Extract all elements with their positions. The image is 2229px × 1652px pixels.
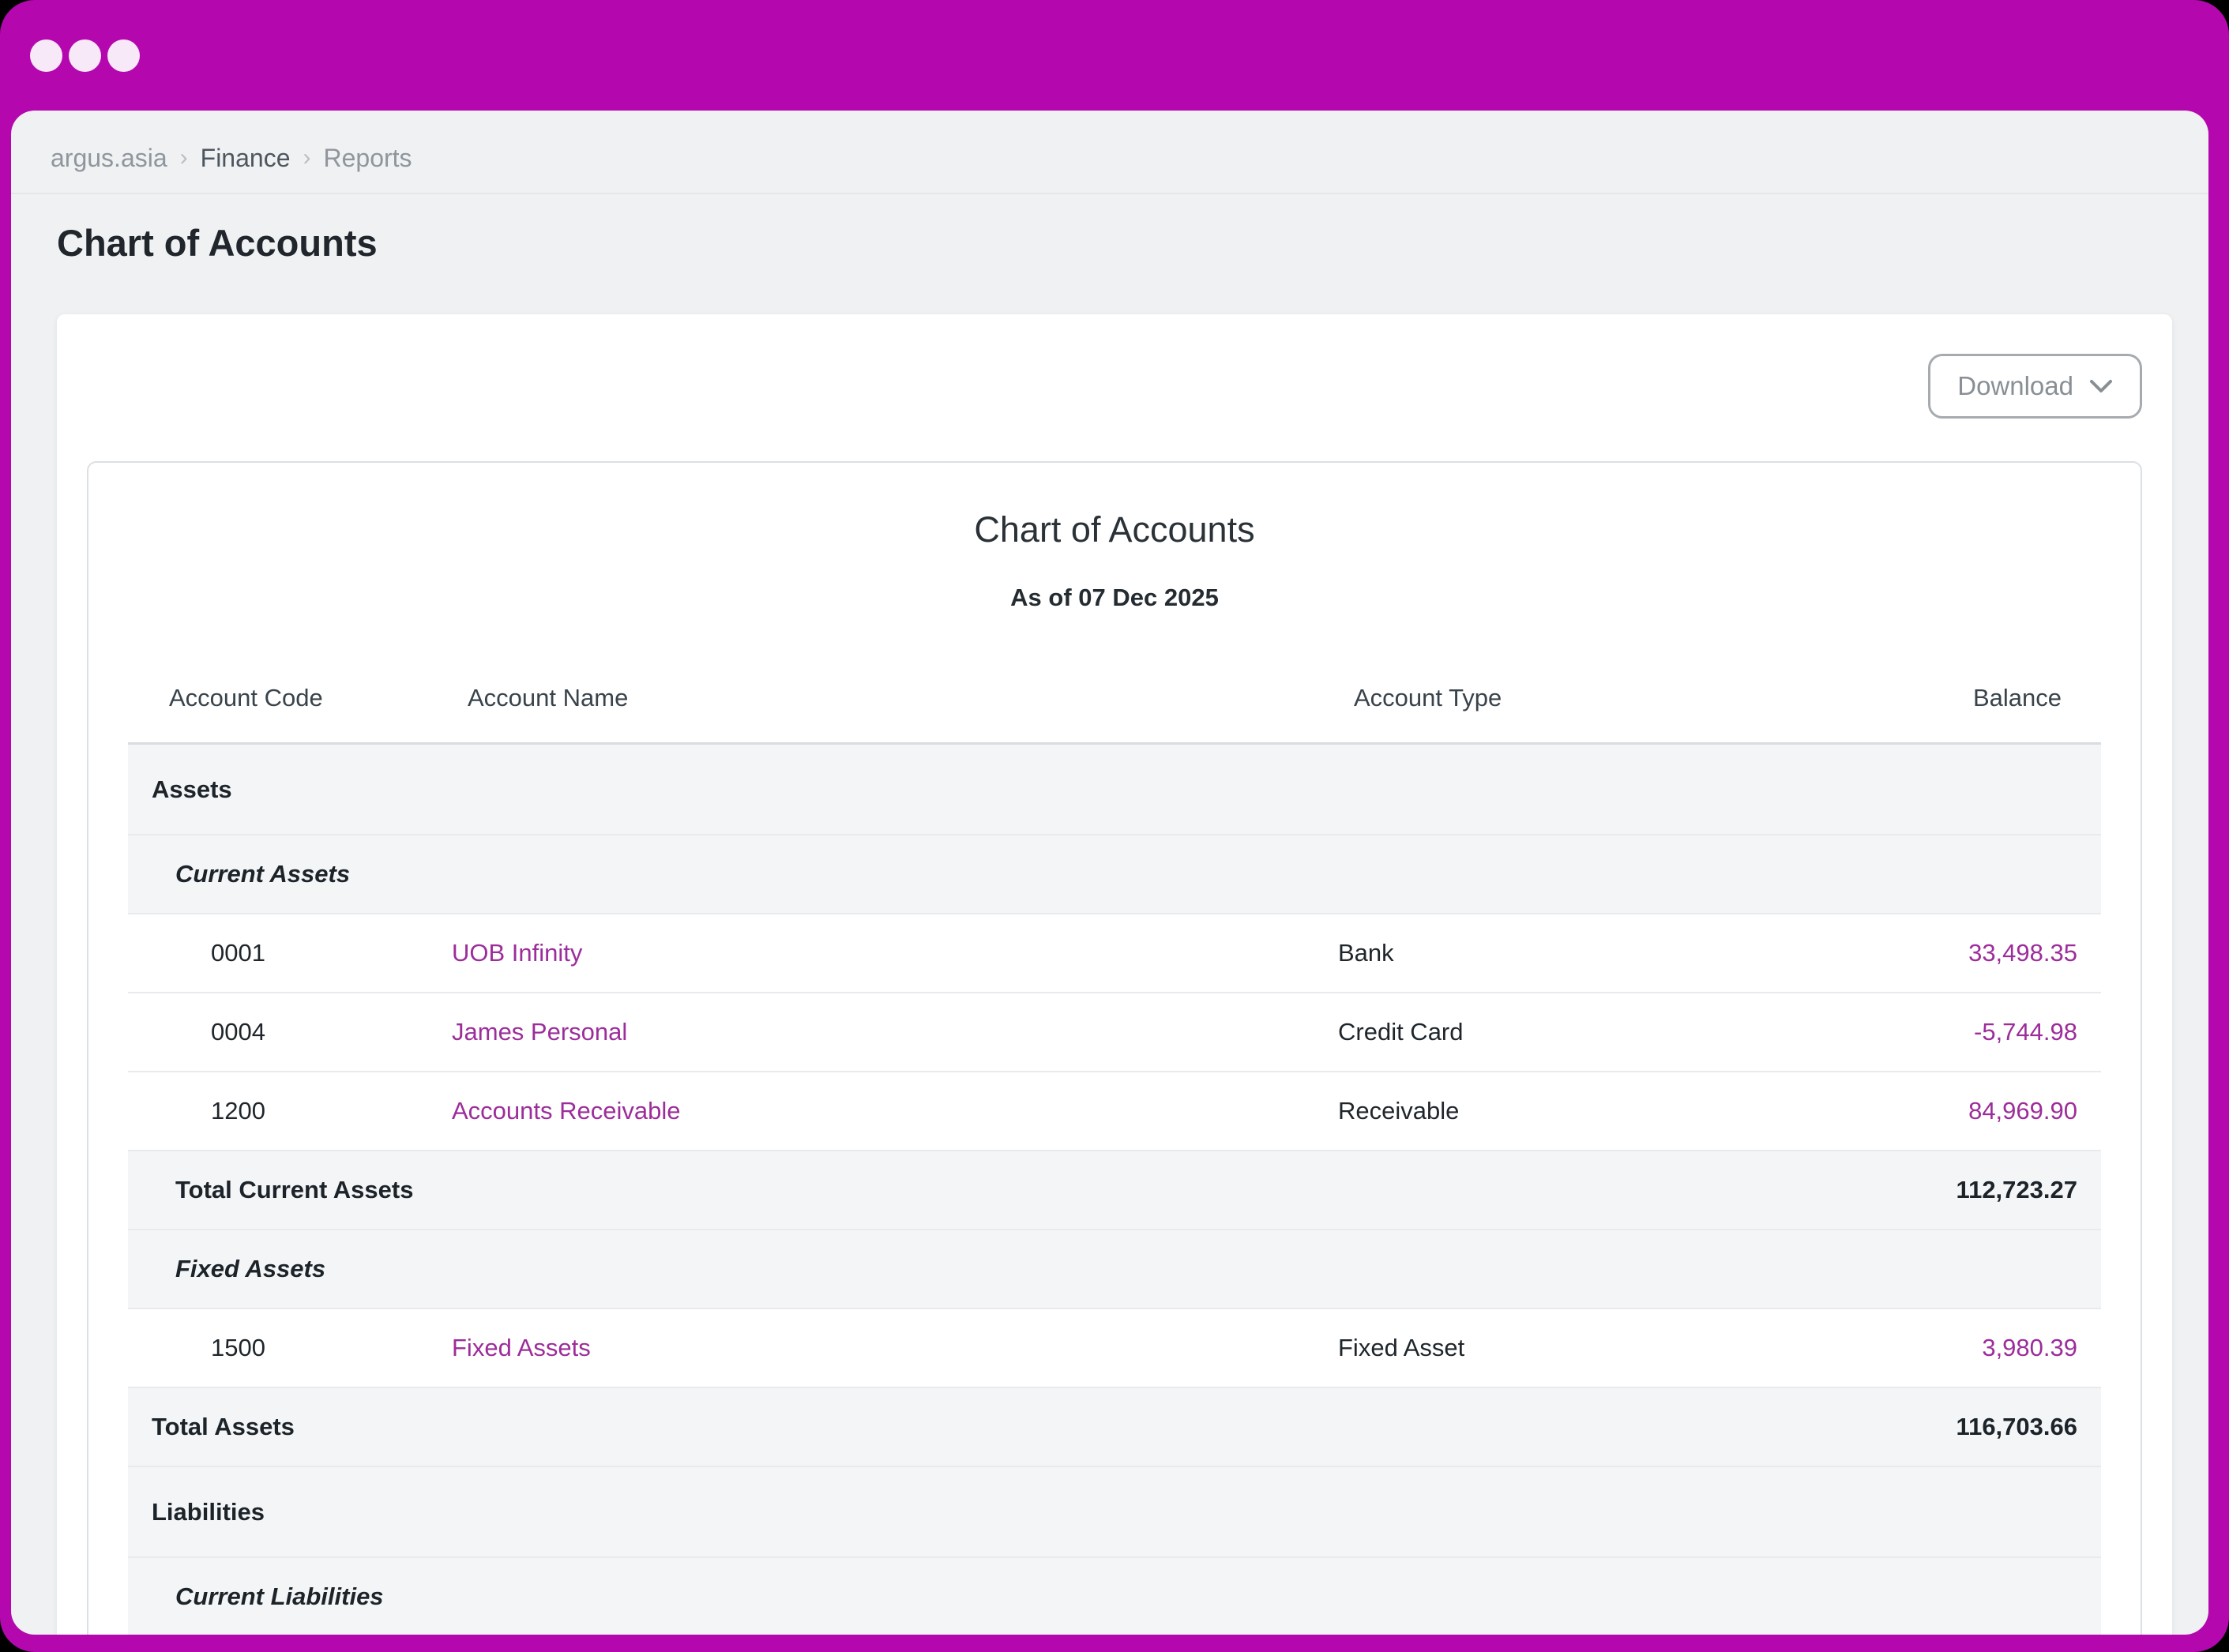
total-label: Total Current Assets — [128, 1176, 1769, 1204]
total-row: Total Assets 116,703.66 — [128, 1388, 2101, 1467]
account-balance-cell: 3,980.39 — [1787, 1334, 2101, 1362]
page-title: Chart of Accounts — [57, 223, 2208, 264]
breadcrumb-separator: › — [303, 144, 310, 172]
account-code: 0004 — [128, 1018, 444, 1046]
table-row: 1500 Fixed Assets Fixed Asset 3,980.39 — [128, 1309, 2101, 1388]
account-name-cell: Accounts Receivable — [444, 1097, 1329, 1125]
account-balance-link[interactable]: 84,969.90 — [1968, 1097, 2077, 1124]
breadcrumb-item-finance[interactable]: Finance — [201, 144, 291, 172]
window-control-dot[interactable] — [30, 39, 62, 72]
breadcrumb-separator: › — [180, 144, 188, 172]
account-balance-link[interactable]: 3,980.39 — [1982, 1334, 2077, 1361]
account-name-cell: James Personal — [444, 1018, 1329, 1046]
table-row: 1200 Accounts Receivable Receivable 84,9… — [128, 1072, 2101, 1151]
breadcrumb-item-site[interactable]: argus.asia — [51, 144, 167, 172]
account-name-link[interactable]: UOB Infinity — [452, 939, 582, 967]
report-title: Chart of Accounts — [88, 509, 2141, 551]
window-controls — [30, 39, 140, 72]
account-type: Receivable — [1329, 1097, 1787, 1125]
section-row: Fixed Assets — [128, 1230, 2101, 1309]
window-control-dot[interactable] — [107, 39, 140, 72]
section-label: Current Assets — [128, 860, 2101, 888]
account-name-cell: UOB Infinity — [444, 939, 1329, 967]
table-row: 0004 James Personal Credit Card -5,744.9… — [128, 993, 2101, 1072]
section-label: Fixed Assets — [128, 1255, 2101, 1283]
window-control-dot[interactable] — [69, 39, 101, 72]
chevron-down-icon — [2089, 379, 2113, 393]
section-row: Assets — [128, 745, 2101, 835]
account-name-link[interactable]: Accounts Receivable — [452, 1097, 681, 1124]
account-balance-cell: -5,744.98 — [1787, 1018, 2101, 1046]
download-button-label: Download — [1957, 371, 2073, 401]
download-button[interactable]: Download — [1928, 354, 2142, 419]
app-window: argus.asia › Finance › Reports Chart of … — [0, 0, 2229, 1652]
breadcrumb-item-reports[interactable]: Reports — [323, 144, 412, 172]
account-code: 1500 — [128, 1334, 444, 1362]
table-header-row: Account Code Account Name Account Type B… — [128, 654, 2101, 745]
account-type: Bank — [1329, 939, 1787, 967]
window-titlebar — [0, 0, 2229, 111]
account-name-link[interactable]: James Personal — [452, 1018, 627, 1046]
section-label: Assets — [128, 775, 2101, 804]
column-header-account-name: Account Name — [444, 684, 1329, 712]
section-label: Current Liabilities — [128, 1583, 2101, 1611]
breadcrumb-divider — [11, 193, 2208, 194]
total-balance: 116,703.66 — [1769, 1413, 2101, 1441]
table-row: 0001 UOB Infinity Bank 33,498.35 — [128, 914, 2101, 993]
account-code: 1200 — [128, 1097, 444, 1125]
section-label: Liabilities — [128, 1498, 2101, 1526]
breadcrumb: argus.asia › Finance › Reports — [11, 111, 2208, 193]
account-balance-link[interactable]: -5,744.98 — [1974, 1018, 2077, 1046]
account-type: Credit Card — [1329, 1018, 1787, 1046]
total-balance: 112,723.27 — [1769, 1176, 2101, 1204]
section-row: Current Assets — [128, 835, 2101, 914]
account-code: 0001 — [128, 939, 444, 967]
section-row: Current Liabilities — [128, 1558, 2101, 1635]
total-row: Total Current Assets 112,723.27 — [128, 1151, 2101, 1230]
report-card: Download Chart of Accounts As of 07 Dec … — [57, 314, 2172, 1635]
account-name-cell: Fixed Assets — [444, 1334, 1329, 1362]
report-table-body: Assets Current Assets 0001 UOB Infinity … — [128, 745, 2101, 1635]
report-box: Chart of Accounts As of 07 Dec 2025 Acco… — [87, 461, 2142, 1635]
account-name-link[interactable]: Fixed Assets — [452, 1334, 591, 1361]
total-label: Total Assets — [128, 1413, 1769, 1441]
report-toolbar: Download — [87, 354, 2142, 419]
column-header-account-code: Account Code — [128, 684, 444, 712]
account-balance-link[interactable]: 33,498.35 — [1968, 939, 2077, 967]
section-row: Liabilities — [128, 1467, 2101, 1558]
page-content: argus.asia › Finance › Reports Chart of … — [11, 111, 2208, 1635]
account-balance-cell: 84,969.90 — [1787, 1097, 2101, 1125]
report-table: Account Code Account Name Account Type B… — [128, 654, 2101, 1635]
column-header-balance: Balance — [1787, 684, 2101, 712]
account-type: Fixed Asset — [1329, 1334, 1787, 1362]
column-header-account-type: Account Type — [1329, 684, 1787, 712]
report-subtitle: As of 07 Dec 2025 — [88, 583, 2141, 613]
account-balance-cell: 33,498.35 — [1787, 939, 2101, 967]
